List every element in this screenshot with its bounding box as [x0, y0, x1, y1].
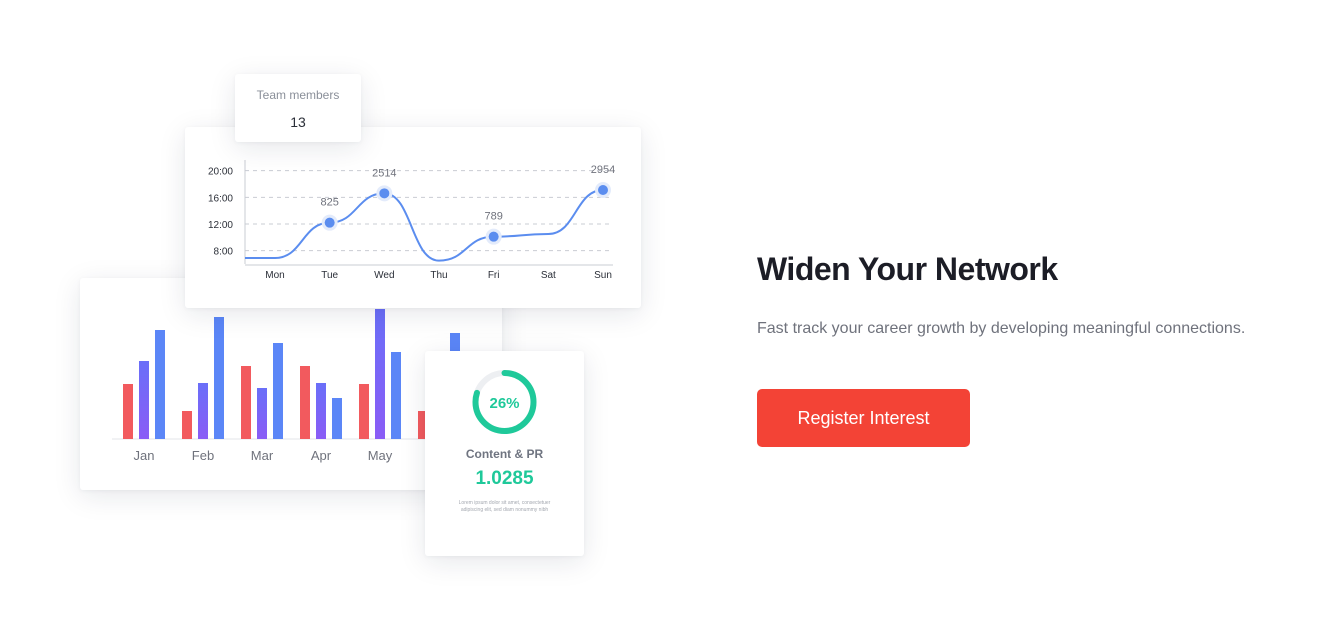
x-tick-label: Tue [321, 270, 338, 281]
month-label: Mar [251, 448, 274, 463]
team-members-card: Team members 13 [235, 74, 361, 142]
y-tick-label: 8:00 [214, 247, 234, 258]
x-tick-label: Sat [541, 270, 556, 281]
bar [273, 343, 283, 439]
data-point [598, 185, 608, 195]
bar [182, 411, 192, 439]
progress-percent-label: 26% [489, 395, 519, 412]
month-label: Apr [311, 448, 332, 463]
bar [214, 317, 224, 439]
y-tick-label: 12:00 [208, 220, 233, 231]
y-tick-label: 16:00 [208, 193, 233, 204]
bar [198, 383, 208, 439]
data-point [379, 188, 390, 199]
x-tick-label: Fri [488, 270, 500, 281]
x-tick-label: Mon [265, 270, 284, 281]
bar [241, 366, 251, 439]
content-pr-title: Content & PR [465, 447, 544, 461]
bar [359, 384, 369, 439]
bar [332, 398, 342, 439]
x-tick-label: Wed [374, 270, 394, 281]
month-label: Jan [134, 448, 155, 463]
line-series [245, 189, 604, 262]
team-members-label: Team members [256, 88, 340, 102]
data-label: 2954 [591, 164, 615, 176]
line-chart: 8:00 12:00 16:00 20:00 Mon Tue Wed Thu Fri Sat Sun… [208, 160, 615, 281]
bar [300, 366, 310, 439]
progress-ring: 26% [472, 370, 537, 434]
bar [257, 388, 267, 439]
bar [316, 383, 326, 439]
bar [375, 309, 385, 439]
bar [391, 352, 401, 439]
data-point [324, 217, 335, 228]
content-pr-value: 1.0285 [475, 468, 534, 489]
x-tick-label: Sun [594, 270, 612, 281]
bar [139, 361, 149, 439]
line-chart-card: 8:00 12:00 16:00 20:00 Mon Tue Wed Thu Fri Sat Sun… [185, 127, 641, 308]
month-label: May [368, 448, 393, 463]
data-label: 2514 [372, 167, 396, 179]
x-tick-label: Thu [430, 270, 447, 281]
data-label: 789 [484, 211, 502, 223]
stage: JanFebMarAprMayJun 8:0012:0016:0020:00Mo… [0, 0, 1332, 643]
hero-title: Widen Your Network [757, 251, 1058, 287]
month-label: Feb [192, 448, 214, 463]
team-members-count: 13 [290, 114, 306, 130]
y-tick-label: 20:00 [208, 167, 233, 178]
content-pr-card: 26% Content & PR 1.0285 Lorem ipsum dolo… [425, 351, 584, 556]
data-point [488, 231, 499, 242]
content-pr-description: Lorem ipsum dolor sit amet, consectetuer… [458, 500, 551, 513]
hero-subtitle: Fast track your career growth by develop… [757, 320, 1246, 337]
bar [123, 384, 133, 439]
bar [155, 330, 165, 439]
register-interest-button[interactable]: Register Interest [757, 389, 970, 447]
data-label: 825 [320, 197, 338, 209]
